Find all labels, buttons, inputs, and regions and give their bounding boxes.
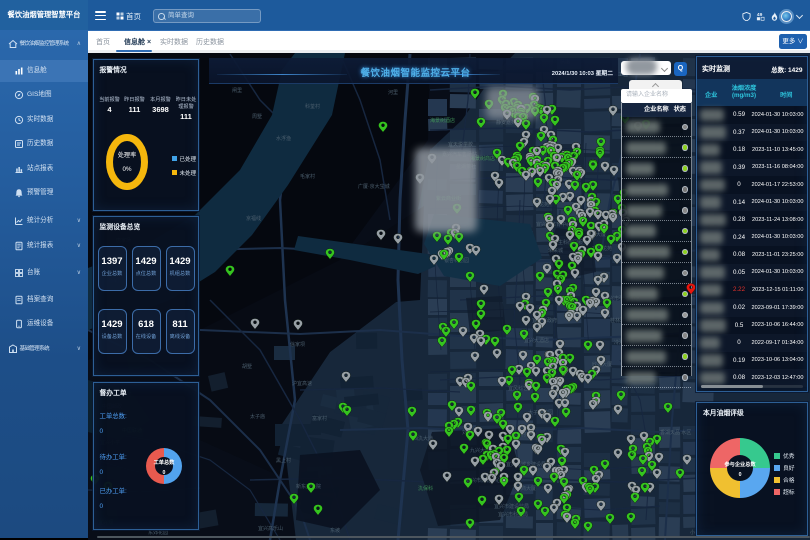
svg-text:参与企业总数: 参与企业总数 xyxy=(724,460,756,468)
svg-text:水浮渔: 水浮渔 xyxy=(276,135,291,142)
svg-text:胡墅: 胡墅 xyxy=(242,363,252,370)
svg-text:京福线: 京福线 xyxy=(246,215,261,222)
svg-text:宜天悦学校: 宜天悦学校 xyxy=(448,141,473,148)
svg-text:静安嘉苑: 静安嘉苑 xyxy=(496,119,516,126)
svg-text:富家村: 富家村 xyxy=(312,415,327,422)
svg-text:宜兴大酒店: 宜兴大酒店 xyxy=(524,337,549,344)
svg-text:俆家坝: 俆家坝 xyxy=(290,341,305,348)
svg-text:沪宜高速: 沪宜高速 xyxy=(292,380,312,387)
svg-text:河里: 河里 xyxy=(388,89,398,96)
svg-text:工单总数: 工单总数 xyxy=(153,458,175,466)
svg-text:毛家村: 毛家村 xyxy=(300,173,315,180)
svg-text:0%: 0% xyxy=(122,166,131,173)
svg-text:宜兴高乐山: 宜兴高乐山 xyxy=(258,525,283,532)
svg-text:科荃村: 科荃村 xyxy=(305,103,320,110)
svg-text:太子庙: 太子庙 xyxy=(250,413,265,420)
svg-text:闸里: 闸里 xyxy=(232,87,242,94)
svg-text:周墅: 周墅 xyxy=(252,113,262,120)
svg-text:香湖天品 水区: 香湖天品 水区 xyxy=(660,429,691,436)
svg-text:黑上村: 黑上村 xyxy=(276,457,291,464)
svg-text:东郊花园: 东郊花园 xyxy=(148,529,168,536)
svg-text:东坡: 东坡 xyxy=(330,527,340,534)
svg-text:0: 0 xyxy=(739,472,742,478)
svg-text:海景树酒店: 海景树酒店 xyxy=(430,117,455,124)
svg-text:0: 0 xyxy=(162,470,165,476)
svg-text:广厦·京大宝城: 广厦·京大宝城 xyxy=(358,183,390,190)
svg-text:处理率: 处理率 xyxy=(117,151,136,159)
svg-text:氿保科: 氿保科 xyxy=(418,485,433,492)
